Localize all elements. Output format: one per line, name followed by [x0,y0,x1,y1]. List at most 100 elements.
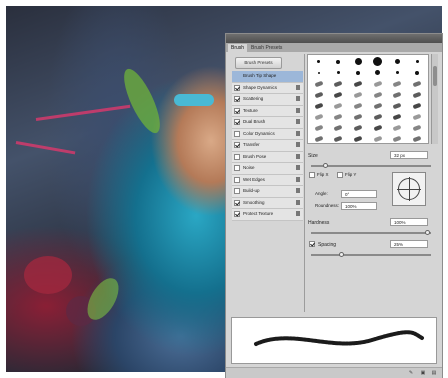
brush-option-checkbox[interactable] [234,211,240,217]
tab-brush-presets[interactable]: Brush Presets [248,44,285,52]
brush-tip[interactable] [309,122,329,133]
brush-option-item[interactable]: Shape Dynamics [232,82,303,94]
brush-tip[interactable] [329,100,349,111]
brush-tip[interactable] [348,100,368,111]
size-field[interactable]: 32 px [390,151,428,159]
hardness-slider-knob[interactable] [425,230,430,235]
brush-tip[interactable] [348,89,368,100]
brush-option-item[interactable]: Protect Texture [232,209,303,221]
brush-tip[interactable] [348,111,368,122]
brush-option-item[interactable]: Scattering [232,94,303,106]
brush-tip[interactable] [407,122,427,133]
brush-option-checkbox[interactable] [234,142,240,148]
brush-tip[interactable] [388,67,408,78]
brush-tip[interactable] [329,56,349,67]
lock-icon[interactable] [296,142,300,147]
hardness-field[interactable]: 100% [390,218,428,226]
angle-field[interactable]: 0° [341,190,377,198]
lock-icon[interactable] [296,96,300,101]
brush-tip[interactable] [388,89,408,100]
brush-option-checkbox[interactable] [234,119,240,125]
brush-tip[interactable] [368,133,388,144]
flip-x-checkbox[interactable] [309,172,315,178]
brush-option-checkbox[interactable] [234,165,240,171]
brush-option-checkbox[interactable] [234,176,240,183]
brush-tip[interactable] [388,133,408,144]
brush-tip[interactable] [407,111,427,122]
scrollbar-thumb[interactable] [433,66,437,86]
size-slider-knob[interactable] [323,163,329,168]
roundness-field[interactable]: 100% [341,202,377,210]
brush-tip[interactable] [348,122,368,133]
brush-tip[interactable] [309,111,329,122]
tab-brush[interactable]: Brush [228,44,248,52]
brush-tip[interactable] [407,100,427,111]
brush-option-item[interactable]: Wet Edges [232,174,303,186]
brush-option-item[interactable]: Dual Brush [232,117,303,129]
flip-y-checkbox[interactable] [337,172,343,178]
spacing-slider-knob[interactable] [339,252,344,257]
brush-option-checkbox[interactable] [234,153,240,160]
spacing-slider-track[interactable] [311,254,431,256]
brush-tip[interactable] [309,67,329,78]
brush-tip[interactable] [388,78,408,89]
spacing-field[interactable]: 25% [390,240,428,248]
brush-tip[interactable] [329,89,349,100]
brush-tip[interactable] [329,133,349,144]
brush-tip[interactable] [309,89,329,100]
brush-tip[interactable] [309,133,329,144]
brush-tip[interactable] [368,122,388,133]
size-slider-track[interactable] [311,165,431,167]
brush-tip[interactable] [348,67,368,78]
brush-option-item[interactable]: Smoothing [232,197,303,209]
brush-presets-button[interactable]: Brush Presets [235,57,282,69]
brush-tip[interactable] [368,89,388,100]
brush-option-item[interactable]: Build-up [232,186,303,198]
trash-icon[interactable]: ▤ [431,370,437,376]
brush-tip[interactable] [309,78,329,89]
brush-option-checkbox[interactable] [234,130,240,137]
brush-option-item[interactable]: Brush Tip Shape [232,71,303,83]
brush-tip[interactable] [407,56,427,67]
spacing-checkbox[interactable] [309,241,315,247]
brush-option-checkbox[interactable] [234,107,240,114]
lock-icon[interactable] [296,188,300,193]
brush-tip[interactable] [348,78,368,89]
lock-icon[interactable] [296,199,300,205]
brush-icon[interactable]: ✎ [408,370,414,376]
brush-tip[interactable] [388,100,408,111]
brush-tip[interactable] [368,78,388,89]
brush-tip[interactable] [388,122,408,133]
brush-tip[interactable] [309,100,329,111]
brush-option-checkbox[interactable] [234,84,240,91]
new-icon[interactable]: ▣ [420,370,426,376]
brush-tip[interactable] [388,111,408,122]
lock-icon[interactable] [296,119,300,124]
brush-tip[interactable] [368,100,388,111]
brush-option-checkbox[interactable] [234,199,240,206]
brush-tip[interactable] [329,78,349,89]
angle-roundness-widget[interactable] [392,172,426,206]
tip-grid-scrollbar[interactable] [431,54,438,144]
brush-option-item[interactable]: Color Dynamics [232,128,303,140]
brush-tip[interactable] [407,133,427,144]
brush-option-item[interactable]: Transfer [232,140,303,152]
panel-titlebar[interactable] [226,34,442,43]
brush-tip[interactable] [388,56,408,67]
lock-icon[interactable] [296,176,300,182]
brush-tip[interactable] [368,111,388,122]
lock-icon[interactable] [296,153,300,159]
brush-option-item[interactable]: Brush Pose [232,151,303,163]
lock-icon[interactable] [296,211,300,216]
lock-icon[interactable] [296,165,300,170]
brush-tip[interactable] [309,56,329,67]
brush-tip[interactable] [329,67,349,78]
brush-tip[interactable] [368,56,388,67]
brush-tip[interactable] [348,133,368,144]
brush-tip[interactable] [329,111,349,122]
brush-option-checkbox[interactable] [234,96,240,102]
brush-option-item[interactable]: Noise [232,163,303,175]
brush-tip[interactable] [368,67,388,78]
brush-tip[interactable] [348,56,368,67]
brush-option-checkbox[interactable] [234,188,240,194]
